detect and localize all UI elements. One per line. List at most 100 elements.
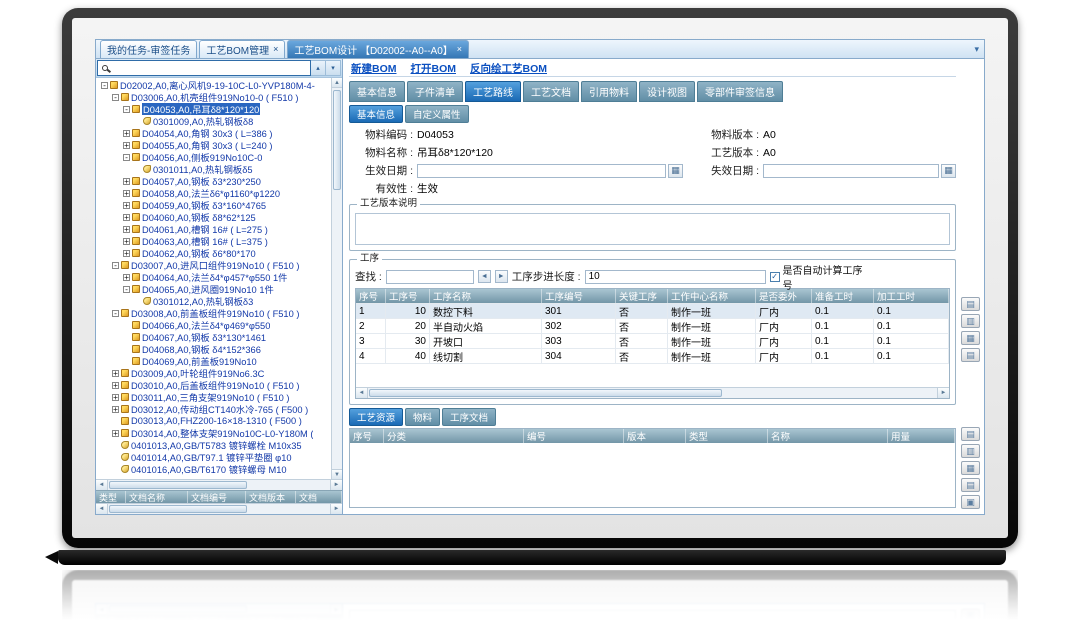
table-tool-button[interactable]: ▤	[961, 427, 980, 441]
scroll-left-icon[interactable]: ◄	[96, 480, 108, 490]
table-tool-button[interactable]: ▥	[961, 444, 980, 458]
tree-vertical-scrollbar[interactable]: ▲ ▼	[331, 78, 342, 479]
scroll-thumb[interactable]	[109, 505, 247, 513]
tree-item[interactable]: 0401013,A0,GB/T5783 镀锌螺栓 M10x35	[98, 439, 330, 451]
tree-expander-icon[interactable]: -	[101, 82, 108, 89]
tree-expander-icon[interactable]: +	[112, 394, 119, 401]
find-input[interactable]	[386, 270, 474, 284]
table-tool-button[interactable]: ▦	[961, 461, 980, 475]
window-tab[interactable]: 工艺BOM设计 【D02002--A0--A0】 ×	[287, 40, 469, 58]
step-length-input[interactable]	[585, 270, 766, 284]
scroll-thumb[interactable]	[369, 389, 722, 397]
tree-expander-icon[interactable]: -	[123, 286, 130, 293]
table-tool-button[interactable]: ▥	[961, 314, 980, 328]
tree-expander-icon[interactable]: +	[123, 178, 130, 185]
detail-tab[interactable]: 基本信息	[349, 81, 405, 102]
doc-horizontal-scrollbar[interactable]: ◄ ►	[96, 604, 342, 615]
tree-item[interactable]: + D03011,A0,三角支架919No10 ( F510 )	[98, 391, 330, 403]
scroll-left-icon[interactable]: ◄	[96, 504, 108, 514]
close-icon[interactable]: ×	[273, 45, 278, 54]
tree-expander-icon[interactable]: -	[123, 106, 130, 113]
tree-item[interactable]: - D03008,A0,前盖板组件919No10 ( F510 )	[98, 307, 330, 319]
detail-tab[interactable]: 工艺文档	[523, 81, 579, 102]
table-tool-button[interactable]: ▤	[961, 297, 980, 311]
doc-horizontal-scrollbar[interactable]: ◄ ►	[96, 503, 342, 514]
tree-expander-icon[interactable]: +	[123, 250, 130, 257]
tree-expander-icon[interactable]: +	[123, 214, 130, 221]
tree-item[interactable]: 0401014,A0,GB/T97.1 镀锌平垫圈 φ10	[98, 451, 330, 463]
tab-overflow-caret-icon[interactable]: ▾	[974, 44, 979, 55]
scroll-thumb[interactable]	[333, 90, 341, 190]
scroll-track[interactable]	[108, 604, 330, 614]
expire-date-input[interactable]	[763, 164, 939, 178]
tree-expander-icon[interactable]: +	[112, 370, 119, 377]
tree-expander-icon[interactable]: +	[112, 406, 119, 413]
tree-expander-icon[interactable]: +	[123, 130, 130, 137]
auto-calc-checkbox[interactable]: ✓	[770, 272, 780, 282]
scroll-right-icon[interactable]: ►	[937, 388, 949, 398]
search-prev-button[interactable]: ▴	[311, 60, 326, 76]
table-tool-button[interactable]: ▤	[961, 478, 980, 492]
scroll-right-icon[interactable]: ►	[330, 504, 342, 514]
tree-expander-icon[interactable]: +	[123, 142, 130, 149]
effective-date-input[interactable]	[417, 164, 666, 178]
resource-tab[interactable]: 工序文档	[442, 408, 496, 426]
calendar-icon[interactable]: ▦	[941, 164, 956, 178]
tree-item[interactable]: - D03006,A0,机壳组件919No10-0 ( F510 )	[98, 91, 330, 103]
version-note-input[interactable]	[355, 213, 950, 245]
detail-tab[interactable]: 设计视图	[639, 81, 695, 102]
tree-item[interactable]: 0301009,A0,热轧钢板δ8	[98, 115, 330, 127]
tree-item[interactable]: - D04053,A0,吊耳δ8*120*120	[98, 103, 330, 115]
tree-item[interactable]: D04069,A0,前盖板919No10	[98, 355, 330, 367]
find-prev-button[interactable]: ◄	[478, 270, 491, 283]
info-subtab[interactable]: 基本信息	[349, 105, 403, 123]
tree-item[interactable]: + D04057,A0,钢板 δ3*230*250	[98, 175, 330, 187]
tree-item[interactable]: - D04065,A0,进风圈919No10 1件	[98, 283, 330, 295]
tree-expander-icon[interactable]: +	[123, 274, 130, 281]
tree-item[interactable]: + D04058,A0,法兰δ6*φ1160*φ1220	[98, 187, 330, 199]
scroll-left-icon[interactable]: ◄	[356, 388, 368, 398]
detail-tab[interactable]: 引用物料	[581, 81, 637, 102]
tree-item[interactable]: + D04062,A0,钢板 δ6*80*170	[98, 247, 330, 259]
resource-tab[interactable]: 工艺资源	[349, 408, 403, 426]
scroll-right-icon[interactable]: ►	[330, 480, 342, 490]
scroll-up-icon[interactable]: ▲	[332, 78, 342, 88]
tree-item[interactable]: + D03009,A0,叶轮组件919No6.3C	[98, 367, 330, 379]
tree-expander-icon[interactable]: -	[112, 262, 119, 269]
bom-action-link[interactable]: 反向绘工艺BOM	[470, 61, 547, 76]
tree-item[interactable]: 0301012,A0,热轧钢板δ3	[98, 295, 330, 307]
detail-tab[interactable]: 工艺路线	[465, 81, 521, 102]
process-row[interactable]: 2 20 半自动火焰 302 否 制作一班 厂内 0.1	[356, 318, 949, 333]
scroll-down-icon[interactable]: ▼	[332, 469, 342, 479]
tree-item[interactable]: D04066,A0,法兰δ4*φ469*φ550	[98, 319, 330, 331]
tree-item[interactable]: - D02002,A0,离心风机9-19-10C-L0-YVP180M-4-	[98, 79, 330, 91]
tree-item[interactable]: + D03012,A0,传动组CT140水冷-765 ( F500 )	[98, 403, 330, 415]
scroll-right-icon[interactable]: ►	[330, 604, 342, 614]
tree-expander-icon[interactable]: +	[123, 190, 130, 197]
window-tab[interactable]: 工艺BOM管理 ×	[199, 40, 285, 58]
tree-item[interactable]: + D04064,A0,法兰δ4*φ457*φ550 1件	[98, 271, 330, 283]
scroll-track[interactable]	[108, 480, 330, 490]
bom-action-link[interactable]: 打开BOM	[411, 61, 457, 76]
window-tab[interactable]: 我的任务-审签任务	[100, 40, 197, 58]
tree-expander-icon[interactable]: +	[112, 382, 119, 389]
scroll-left-icon[interactable]: ◄	[96, 604, 108, 614]
scroll-track[interactable]	[332, 88, 342, 469]
table-tool-button[interactable]: ▦	[961, 331, 980, 345]
tree-item[interactable]: D04067,A0,钢板 δ3*130*1461	[98, 331, 330, 343]
table-tool-button[interactable]: ▣	[961, 609, 980, 620]
detail-tab[interactable]: 零部件审签信息	[697, 81, 783, 102]
process-row[interactable]: 3 30 开坡口 303 否 制作一班 厂内 0.1	[356, 333, 949, 348]
tree-item[interactable]: + D04063,A0,槽钢 16# ( L=375 )	[98, 235, 330, 247]
tree-item[interactable]: + D03010,A0,后盖板组件919No10 ( F510 )	[98, 379, 330, 391]
detail-tab[interactable]: 子件清单	[407, 81, 463, 102]
bom-action-link[interactable]: 新建BOM	[351, 61, 397, 76]
scroll-track[interactable]	[108, 504, 330, 514]
process-row[interactable]: 4 40 线切割 304 否 制作一班 厂内 0.1	[356, 348, 949, 363]
tree-item[interactable]: D04068,A0,钢板 δ4*152*366	[98, 343, 330, 355]
process-horizontal-scrollbar[interactable]: ◄ ►	[356, 387, 949, 398]
scroll-thumb[interactable]	[109, 605, 247, 613]
tree-expander-icon[interactable]: +	[123, 226, 130, 233]
scroll-thumb[interactable]	[109, 481, 247, 489]
tree-item[interactable]: + D04059,A0,钢板 δ3*160*4765	[98, 199, 330, 211]
